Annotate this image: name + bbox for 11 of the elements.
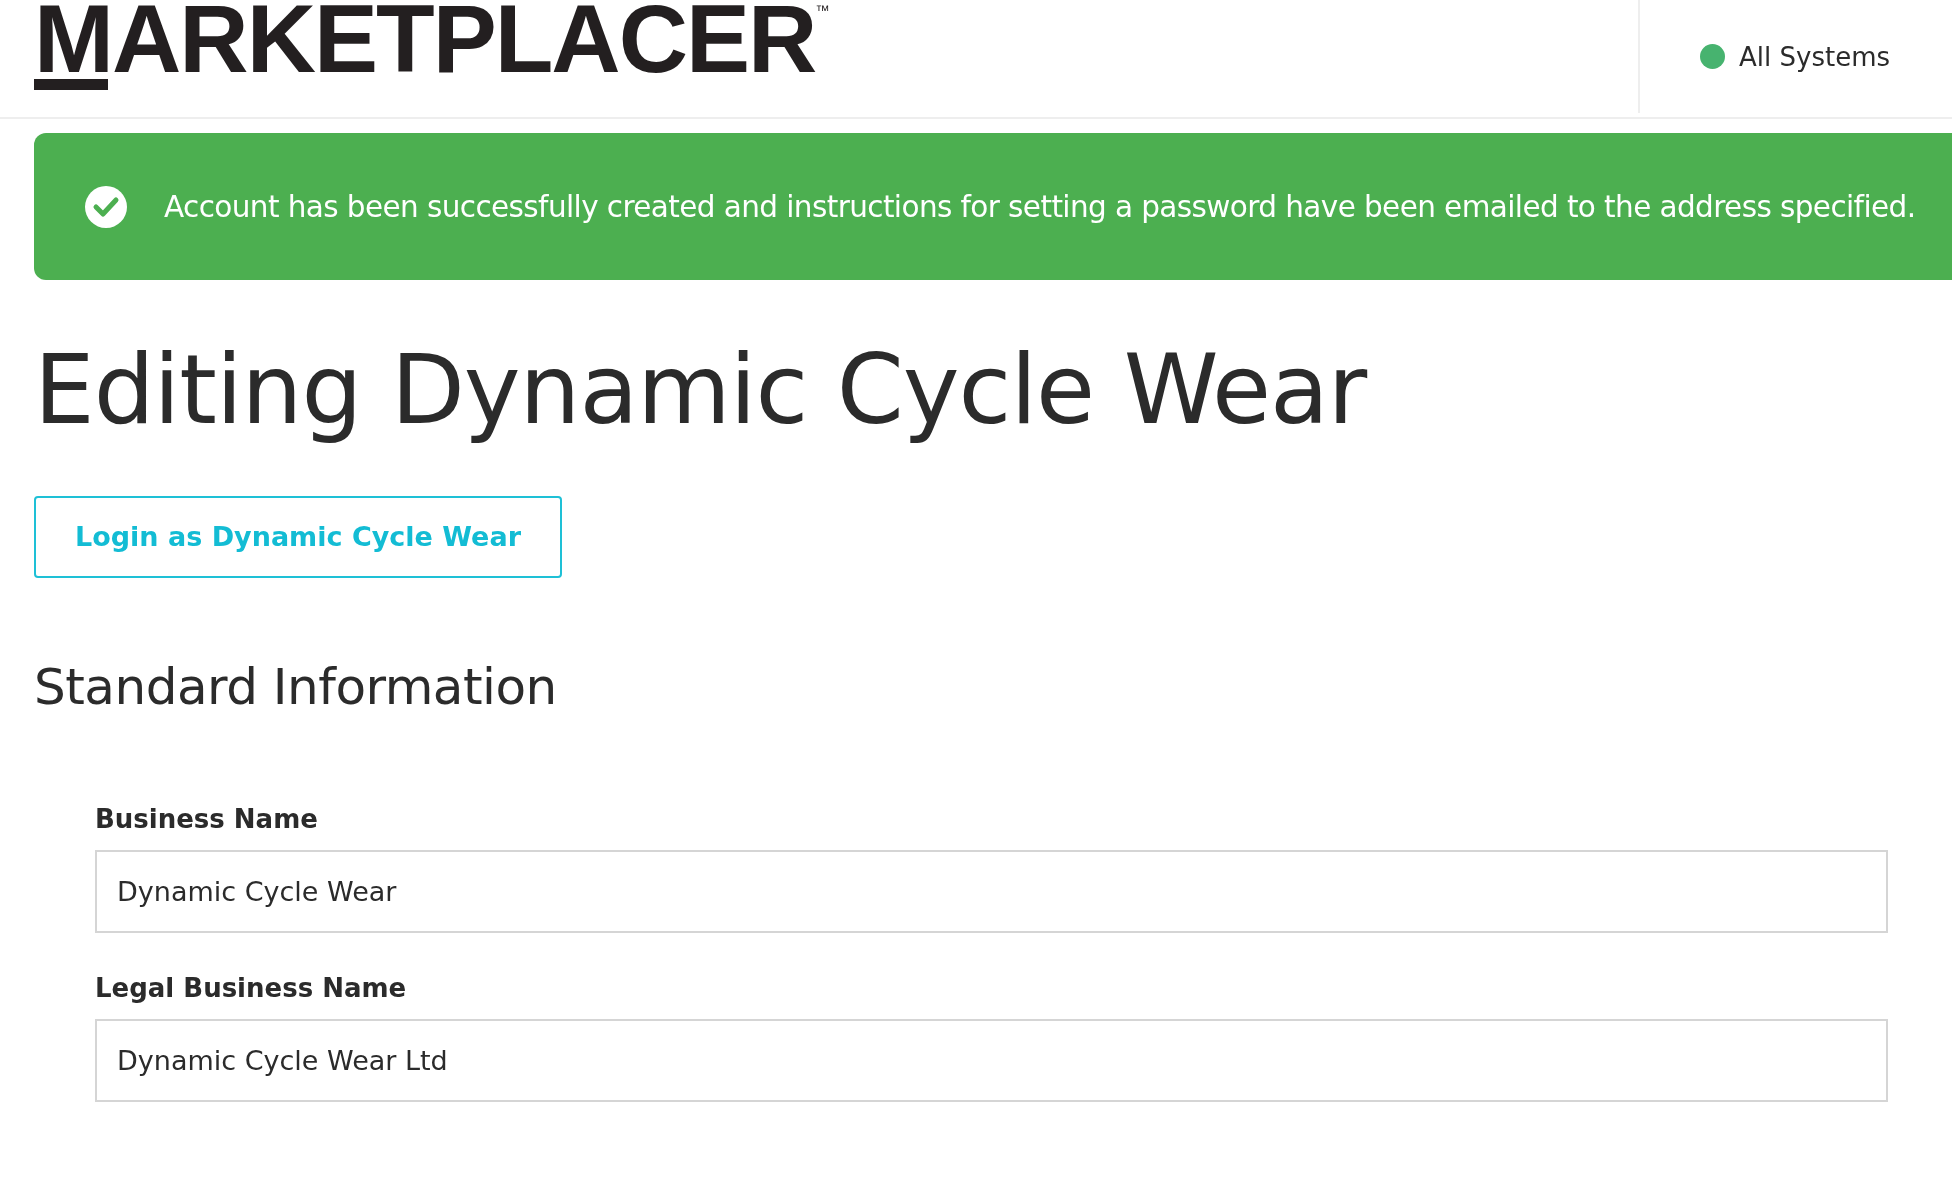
- field-label: Business Name: [95, 803, 319, 834]
- status-dot: [1700, 44, 1725, 69]
- text-field[interactable]: Dynamic Cycle Wear Ltd: [95, 1018, 1888, 1102]
- page-title: Editing Dynamic Cycle Wear: [34, 338, 1369, 444]
- system-status: All Systems: [1739, 41, 1890, 72]
- field-label: Legal Business Name: [95, 972, 408, 1003]
- text-field[interactable]: Dynamic Cycle Wear: [95, 849, 1888, 933]
- check-circle-icon: [84, 184, 128, 229]
- alert-message: Account has been successfully created and instructions for setting a password have been emailed to the address specified.: [164, 189, 1916, 224]
- marketplacer-logo: MARKETPLACER™: [34, 0, 830, 94]
- section-title: Standard Information: [34, 657, 558, 716]
